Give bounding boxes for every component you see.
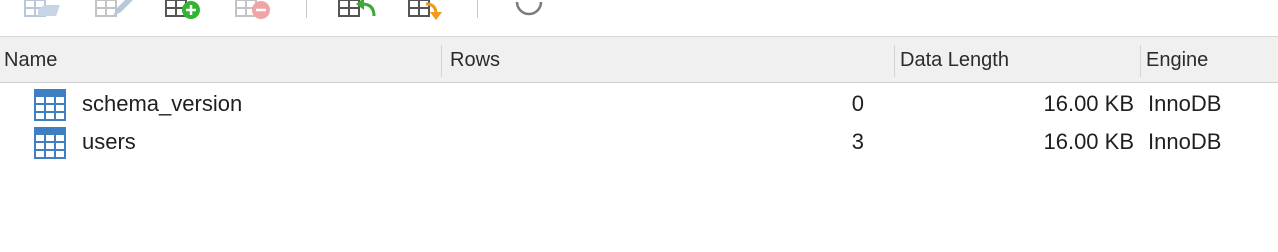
- toolbar-separator: [477, 0, 478, 18]
- table-data-length: 16.00 KB: [1043, 129, 1134, 154]
- table-icon: [34, 89, 66, 121]
- table-row[interactable]: schema_version 0 16.00 KB InnoDB: [0, 85, 1278, 123]
- export-table-icon: [408, 0, 442, 20]
- column-header-engine[interactable]: Engine: [1142, 37, 1278, 83]
- export-table-button[interactable]: [406, 0, 446, 20]
- table-header: Name Rows Data Length Engine: [0, 36, 1278, 83]
- table-engine: InnoDB: [1148, 91, 1222, 116]
- remove-table-button[interactable]: [233, 0, 273, 20]
- column-header-name[interactable]: Name: [0, 37, 440, 83]
- open-table-icon: [24, 0, 60, 17]
- table-data-length: 16.00 KB: [1043, 91, 1134, 116]
- table-icon: [34, 127, 66, 159]
- import-table-icon: [338, 0, 376, 17]
- edit-table-icon: [95, 0, 133, 17]
- column-header-data-length[interactable]: Data Length: [896, 37, 1140, 83]
- table-name: users: [82, 129, 136, 154]
- table-name: schema_version: [82, 91, 243, 116]
- add-table-button[interactable]: [163, 0, 203, 20]
- edit-table-button[interactable]: [93, 0, 133, 20]
- column-divider[interactable]: [441, 45, 442, 77]
- add-table-icon: [165, 0, 200, 19]
- table-row-count: 0: [851, 91, 864, 116]
- table-row-count: 3: [851, 129, 864, 154]
- table-row[interactable]: users 3 16.00 KB InnoDB: [0, 123, 1278, 161]
- column-divider[interactable]: [1140, 45, 1141, 77]
- import-table-button[interactable]: [336, 0, 376, 20]
- tables-list: Name Rows Data Length Engine schema_vers…: [0, 36, 1278, 252]
- table-engine: InnoDB: [1148, 129, 1222, 154]
- column-divider[interactable]: [894, 45, 895, 77]
- refresh-icon: [515, 1, 543, 16]
- column-header-rows[interactable]: Rows: [446, 37, 894, 83]
- refresh-button[interactable]: [510, 0, 550, 20]
- open-table-button[interactable]: [22, 0, 62, 20]
- toolbar-separator: [306, 0, 307, 18]
- remove-table-icon: [235, 0, 270, 19]
- toolbar: [0, 0, 1278, 36]
